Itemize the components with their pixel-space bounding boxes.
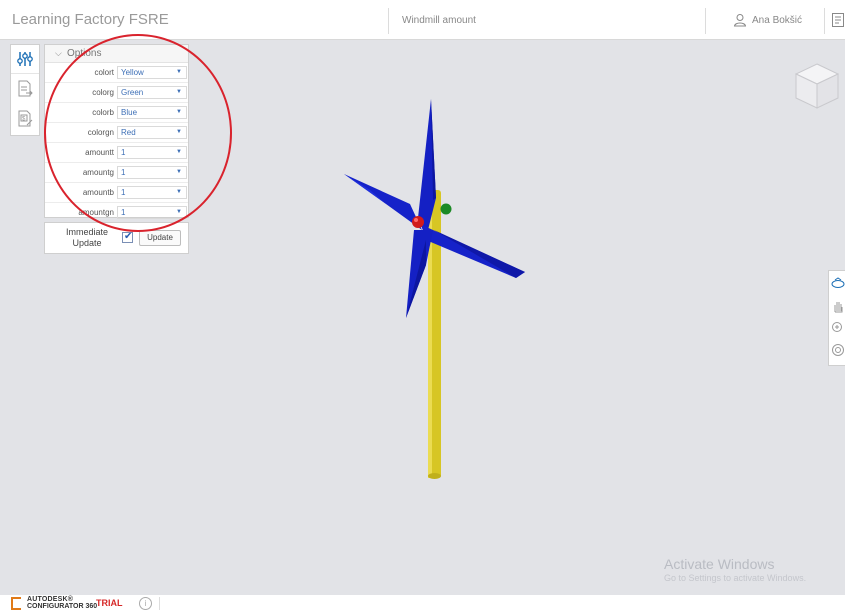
param-select-amountb[interactable]: 1 ▼ [117, 186, 187, 199]
chevron-down-icon[interactable]: ⌵ [55, 48, 62, 59]
param-row-colort: colort Yellow ▼ [45, 63, 188, 83]
param-row-amountgn: amountgn 1 ▼ [45, 203, 188, 222]
dropdown-arrow-icon: ▼ [176, 89, 182, 95]
options-panel: ⌵ Options colort Yellow ▼ colorg Green ▼… [44, 44, 189, 219]
param-value: Red [121, 128, 136, 137]
parameters-sliders-icon [17, 52, 33, 66]
dropdown-arrow-icon: ▼ [176, 189, 182, 195]
param-select-amountg[interactable]: 1 ▼ [117, 166, 187, 179]
param-value: Blue [121, 108, 138, 117]
param-row-amountb: amountb 1 ▼ [45, 183, 188, 203]
param-row-colorb: colorb Blue ▼ [45, 103, 188, 123]
param-label: colorg [92, 88, 114, 97]
param-value: 1 [121, 188, 126, 197]
param-label: amountb [82, 188, 114, 197]
param-select-amountgn[interactable]: 1 ▼ [117, 206, 187, 219]
param-label: amountgn [78, 208, 114, 217]
param-label: colort [94, 68, 114, 77]
param-row-colorgn: colorgn Red ▼ [45, 123, 188, 143]
export-tool[interactable] [11, 75, 39, 103]
toolbar-divider [388, 8, 389, 34]
param-select-amountt[interactable]: 1 ▼ [117, 146, 187, 159]
param-value: Green [121, 88, 144, 97]
param-value: 1 [121, 148, 126, 157]
document-icon[interactable] [832, 13, 844, 27]
param-value: Yellow [121, 68, 144, 77]
document-export-icon [18, 80, 33, 97]
param-select-colorg[interactable]: Green ▼ [117, 86, 187, 99]
update-panel: Immediate Update ✔ Update [44, 222, 189, 254]
autodesk-logo-icon [11, 597, 21, 610]
dropdown-arrow-icon: ▼ [176, 109, 182, 115]
toolbar-divider [705, 8, 706, 34]
side-toolbar: $ [10, 44, 40, 136]
brand-line-2: CONFIGURATOR 360 [27, 603, 98, 610]
parameters-tool[interactable] [11, 45, 39, 74]
view-cube-icon[interactable] [794, 62, 840, 112]
price-quote-icon: $ [18, 110, 33, 127]
immediate-update-checkbox[interactable]: ✔ [122, 231, 133, 243]
top-bar: Learning Factory FSRE Windmill amount An… [0, 0, 845, 40]
pan-hand-icon[interactable] [831, 299, 845, 313]
param-label: colorgn [87, 128, 114, 137]
param-row-amountt: amountt 1 ▼ [45, 143, 188, 163]
bottom-bar: AUTODESK® CONFIGURATOR 360 TRIAL i [0, 595, 845, 612]
svg-text:$: $ [22, 117, 26, 123]
dropdown-arrow-icon: ▼ [176, 69, 182, 75]
look-at-icon[interactable] [831, 343, 845, 357]
activate-windows-title: Activate Windows [664, 556, 775, 572]
param-label: amountt [85, 148, 114, 157]
zoom-icon[interactable] [831, 321, 845, 335]
brand-line-1: AUTODESK® [27, 596, 74, 603]
windmill-model[interactable] [330, 90, 540, 490]
param-row-colorg: colorg Green ▼ [45, 83, 188, 103]
hub-green [440, 203, 452, 215]
param-select-colorb[interactable]: Blue ▼ [117, 106, 187, 119]
param-label: colorb [92, 108, 114, 117]
update-button[interactable]: Update [139, 230, 181, 246]
dropdown-arrow-icon: ▼ [176, 169, 182, 175]
dropdown-arrow-icon: ▼ [176, 209, 182, 215]
param-select-colorgn[interactable]: Red ▼ [117, 126, 187, 139]
user-name[interactable]: Ana Bokšić [752, 15, 802, 26]
blade-left [344, 174, 422, 230]
info-icon[interactable]: i [139, 597, 152, 610]
app-title: Learning Factory FSRE [12, 11, 169, 28]
options-header[interactable]: ⌵ Options [45, 45, 188, 63]
checkmark-icon: ✔ [124, 231, 133, 242]
param-label: amountg [82, 168, 114, 177]
model-title: Windmill amount [402, 15, 476, 26]
dropdown-arrow-icon: ▼ [176, 129, 182, 135]
hub-red [412, 216, 424, 228]
trial-label: TRIAL [96, 598, 123, 608]
toolbar-divider [824, 8, 825, 34]
activate-windows-subtitle: Go to Settings to activate Windows. [664, 573, 807, 583]
options-title: Options [67, 48, 102, 59]
param-value: 1 [121, 208, 126, 217]
navigation-bar [828, 270, 845, 366]
footer-divider [159, 597, 160, 610]
param-row-amountg: amountg 1 ▼ [45, 163, 188, 183]
param-select-colort[interactable]: Yellow ▼ [117, 66, 187, 79]
user-icon[interactable] [733, 13, 747, 27]
quote-tool[interactable]: $ [11, 105, 39, 133]
orbit-icon[interactable] [831, 277, 845, 291]
immediate-update-label: Immediate Update [65, 227, 109, 248]
dropdown-arrow-icon: ▼ [176, 149, 182, 155]
param-value: 1 [121, 168, 126, 177]
